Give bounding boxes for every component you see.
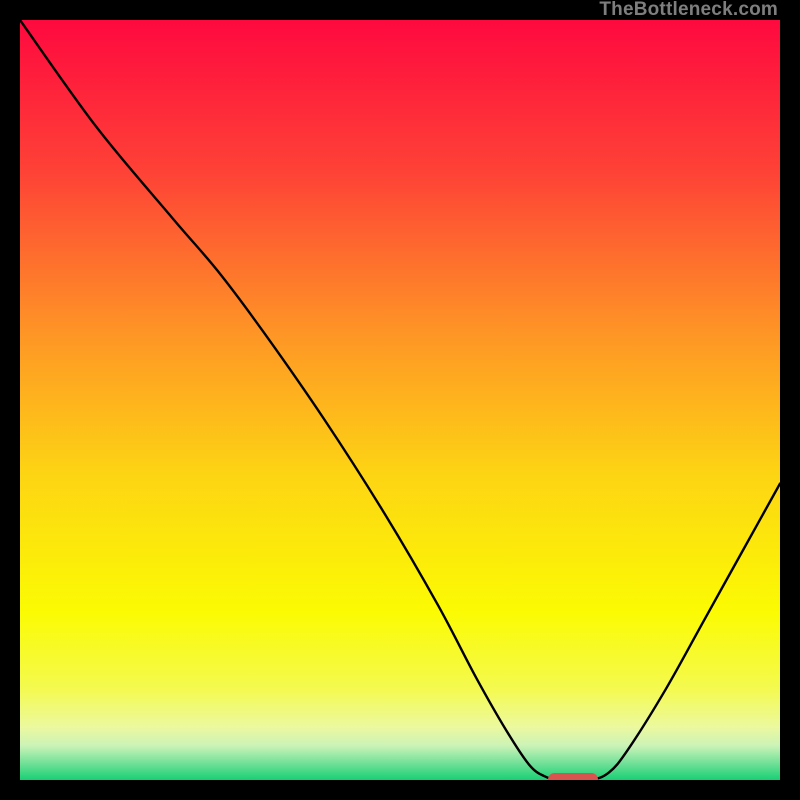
optimal-zone-marker <box>548 773 597 780</box>
chart-container: TheBottleneck.com <box>0 0 800 800</box>
plot-area <box>20 20 780 780</box>
bottleneck-curve <box>20 20 780 780</box>
watermark-text: TheBottleneck.com <box>599 0 778 20</box>
